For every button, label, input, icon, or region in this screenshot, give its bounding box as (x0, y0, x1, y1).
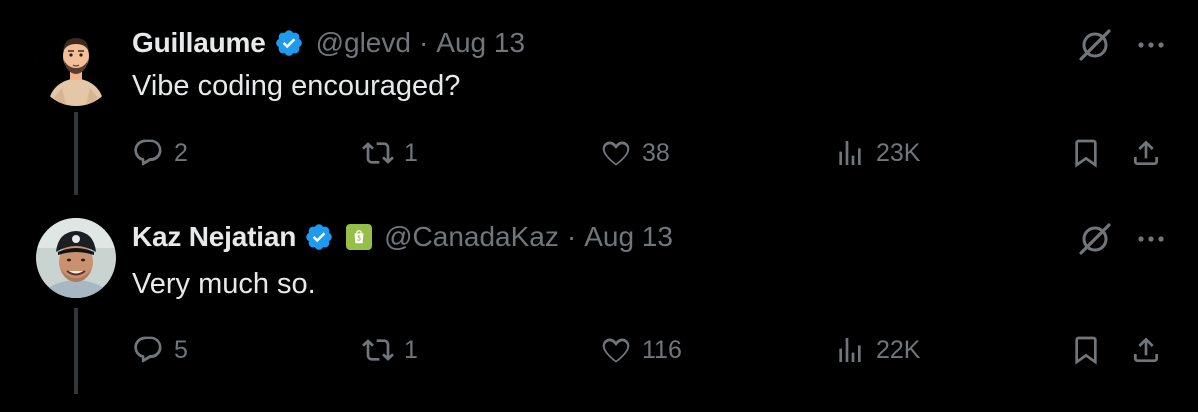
like-icon (602, 141, 630, 166)
separator-dot: · (418, 27, 429, 58)
tweet-header: Kaz Nejatian @CanadaKaz · Aug 13 (132, 220, 673, 254)
share-icon (1134, 337, 1158, 362)
repost-button[interactable]: 1 (362, 330, 418, 370)
share-button[interactable] (1130, 133, 1162, 173)
like-button[interactable]: 116 (600, 330, 682, 370)
more-icon[interactable] (1134, 222, 1168, 256)
like-count: 116 (642, 335, 682, 364)
handle[interactable]: @glevd (316, 27, 411, 59)
like-count: 38 (642, 138, 670, 167)
tweet-thread: Guillaume @glevd · Aug 13 Vibe coding en… (0, 0, 1198, 412)
reply-button[interactable]: 5 (132, 330, 188, 370)
cartoon-man-avatar-icon (36, 26, 116, 106)
repost-icon (362, 339, 394, 361)
share-icon (1134, 140, 1158, 165)
avatar[interactable] (36, 26, 116, 106)
thread-line (74, 308, 78, 394)
display-name[interactable]: Guillaume (132, 27, 266, 59)
views-button[interactable]: 22K (834, 330, 920, 370)
repost-icon (362, 142, 394, 164)
separator-dot: · (566, 221, 577, 252)
avatar[interactable] (36, 218, 116, 298)
more-icon[interactable] (1134, 28, 1168, 62)
handle[interactable]: @CanadaKaz (384, 221, 559, 253)
views-icon (839, 338, 861, 362)
views-button[interactable]: 23K (834, 133, 920, 173)
views-icon (839, 141, 861, 165)
timestamp[interactable]: Aug 13 (436, 27, 525, 59)
man-in-cap-photo-icon (36, 218, 116, 298)
view-count: 22K (876, 335, 921, 364)
display-name[interactable]: Kaz Nejatian (132, 221, 296, 253)
tweet-header: Guillaume @glevd · Aug 13 (132, 26, 525, 60)
tweet-actions: 5 1 116 22K (132, 330, 1172, 370)
verified-badge-icon[interactable] (304, 222, 334, 252)
verified-badge-icon[interactable] (274, 28, 304, 58)
bookmark-button[interactable] (1070, 330, 1102, 370)
tweet-top-actions (1078, 222, 1168, 256)
tweet-text: Vibe coding encouraged? (132, 70, 461, 102)
like-button[interactable]: 38 (600, 133, 670, 173)
bookmark-icon (1075, 139, 1097, 168)
tweet-text: Very much so. (132, 268, 316, 300)
reply-icon (134, 139, 162, 166)
timestamp[interactable]: Aug 13 (584, 221, 673, 253)
tweet[interactable]: Guillaume @glevd · Aug 13 Vibe coding en… (0, 0, 1198, 200)
repost-button[interactable]: 1 (362, 133, 418, 173)
repost-count: 1 (404, 138, 418, 167)
shopify-icon[interactable] (346, 224, 373, 250)
tweet[interactable]: Kaz Nejatian @CanadaKaz · Aug 13 Very mu… (0, 200, 1198, 412)
share-button[interactable] (1130, 330, 1162, 370)
reply-count: 5 (174, 335, 188, 364)
bookmark-icon (1075, 336, 1097, 365)
bookmark-button[interactable] (1070, 133, 1102, 173)
tweet-top-actions (1078, 28, 1168, 62)
grok-icon[interactable] (1078, 222, 1112, 256)
grok-icon[interactable] (1078, 28, 1112, 62)
reply-button[interactable]: 2 (132, 133, 188, 173)
reply-icon (134, 336, 162, 363)
reply-count: 2 (174, 138, 188, 167)
repost-count: 1 (404, 335, 418, 364)
like-icon (602, 338, 630, 363)
view-count: 23K (876, 138, 921, 167)
thread-line (74, 112, 78, 195)
tweet-actions: 2 1 38 23K (132, 133, 1172, 173)
